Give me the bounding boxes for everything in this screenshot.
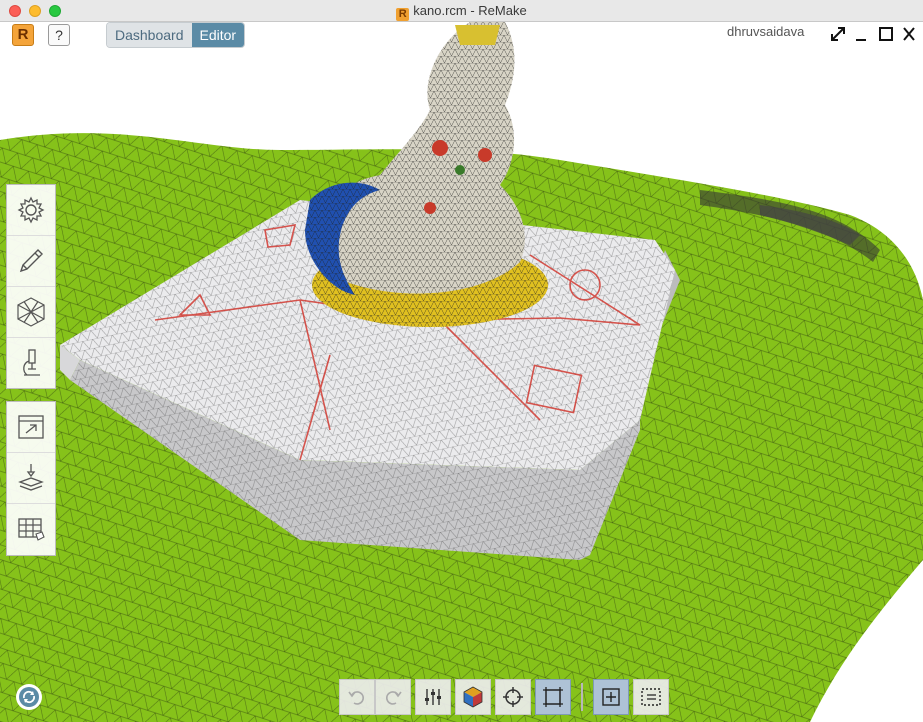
tab-dashboard[interactable]: Dashboard [107, 23, 192, 47]
settings-tool[interactable] [7, 185, 55, 236]
left-toolbar-primary [6, 184, 56, 389]
microscope-icon [23, 349, 40, 376]
minimize-icon[interactable] [854, 25, 868, 43]
frame-button[interactable] [535, 679, 571, 715]
frame-icon [543, 687, 563, 707]
export-tool[interactable] [7, 402, 55, 453]
fullscreen-icon[interactable] [829, 25, 847, 43]
mesh-tool[interactable] [7, 287, 55, 338]
3d-viewport[interactable] [0, 22, 923, 722]
undo-button[interactable] [339, 679, 375, 715]
shaded-cube-icon [463, 686, 483, 708]
select-box-button[interactable] [633, 679, 669, 715]
edit-tool[interactable] [7, 236, 55, 287]
refresh-button[interactable] [16, 684, 42, 710]
mode-toggle: Dashboard Editor [107, 23, 245, 47]
analyze-tool[interactable] [7, 338, 55, 388]
mesh-hexagon-icon [17, 297, 45, 327]
undo-icon [348, 691, 365, 705]
grid-tool[interactable] [7, 504, 55, 554]
select-box-icon [641, 688, 661, 706]
window-title-text: kano.rcm - ReMake [413, 3, 527, 18]
select-add-button[interactable] [593, 679, 629, 715]
redo-button[interactable] [375, 679, 411, 715]
refresh-icon [19, 687, 39, 707]
sliders-icon [425, 689, 441, 705]
help-button[interactable]: ? [48, 24, 70, 46]
adjust-button[interactable] [415, 679, 451, 715]
print-tool[interactable] [7, 453, 55, 504]
redo-icon [385, 691, 402, 705]
pivot-button[interactable] [495, 679, 531, 715]
app-logo-icon: R [396, 8, 410, 21]
grid-table-icon [18, 518, 45, 541]
title-bar: Rkano.rcm - ReMake [0, 0, 923, 22]
window-title: Rkano.rcm - ReMake [0, 3, 923, 21]
bottom-toolbar [339, 679, 669, 715]
pencil-icon [19, 249, 43, 273]
crosshair-icon [503, 687, 523, 707]
3d-print-icon [18, 464, 44, 491]
maximize-icon[interactable] [878, 25, 894, 43]
app-logo-button[interactable]: R [12, 24, 34, 46]
tab-editor[interactable]: Editor [191, 23, 245, 47]
shading-button[interactable] [455, 679, 491, 715]
select-add-icon [602, 688, 620, 706]
close-icon[interactable] [902, 25, 916, 43]
settings-gear-icon [17, 196, 45, 224]
username-label[interactable]: dhruvsaidava [727, 24, 804, 39]
export-window-icon [18, 415, 44, 439]
toolbar-divider [581, 683, 583, 711]
left-toolbar-secondary [6, 401, 56, 556]
